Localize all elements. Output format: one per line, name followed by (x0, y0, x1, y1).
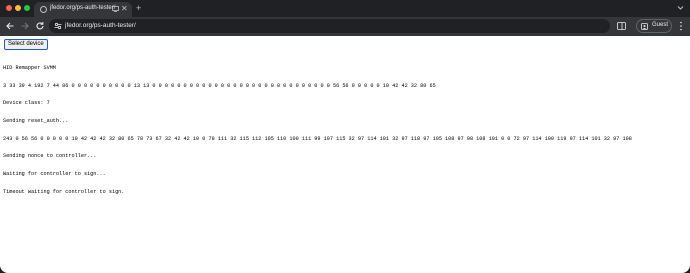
tab-search-icon[interactable] (617, 22, 626, 30)
tab-title: jfedor.org/ps-auth-tester/ (50, 5, 116, 11)
log-line: Sending reset_auth... (3, 117, 69, 124)
toolbar: jfedor.org/ps-auth-tester/ Guest (0, 17, 690, 36)
close-window-button[interactable] (6, 5, 12, 11)
log-line: Waiting for controller to sign... (3, 171, 106, 178)
back-arrow-icon[interactable] (5, 21, 15, 31)
site-info-icon[interactable] (54, 22, 62, 30)
reload-icon[interactable] (35, 21, 45, 31)
tab-active[interactable]: jfedor.org/ps-auth-tester/ ✕ (34, 2, 132, 17)
more-menu-icon[interactable] (679, 21, 683, 31)
forward-arrow-icon[interactable] (20, 21, 30, 31)
log-line: HID Remapper SVMM (3, 64, 56, 71)
log-line: Device class: 7 (3, 100, 50, 107)
log-line: Timeout waiting for controller to sign. (3, 188, 125, 195)
page-content: Select device HID Remapper SVMM 3 33 39 … (0, 36, 690, 273)
profile-button[interactable]: Guest (636, 19, 672, 33)
select-device-button[interactable]: Select device (4, 39, 48, 50)
new-tab-icon[interactable]: + (136, 2, 141, 14)
url-text[interactable]: jfedor.org/ps-auth-tester/ (65, 22, 136, 29)
tab-search-chevron-icon[interactable] (676, 3, 685, 12)
maximize-window-button[interactable] (24, 5, 30, 11)
log-line: 243 0 56 56 0 0 0 0 0 10 42 42 42 32 80 … (3, 135, 632, 142)
browser-window: jfedor.org/ps-auth-tester/ ✕ + jfedor.or… (0, 0, 690, 273)
media-icon[interactable] (112, 6, 119, 12)
address-bar[interactable]: jfedor.org/ps-auth-tester/ (49, 19, 610, 33)
minimize-window-button[interactable] (15, 5, 21, 11)
log-line: Sending nonce to controller... (3, 153, 97, 160)
tab-strip: jfedor.org/ps-auth-tester/ ✕ + (0, 0, 690, 17)
site-favicon-icon (40, 6, 47, 13)
profile-icon (641, 23, 648, 30)
close-icon[interactable]: ✕ (121, 4, 128, 14)
log-line: 3 33 39 4 192 7 44 86 0 0 0 0 0 0 0 0 0 … (3, 82, 436, 89)
profile-label: Guest (652, 22, 669, 28)
log-output: HID Remapper SVMM 3 33 39 4 192 7 44 86 … (3, 54, 632, 208)
